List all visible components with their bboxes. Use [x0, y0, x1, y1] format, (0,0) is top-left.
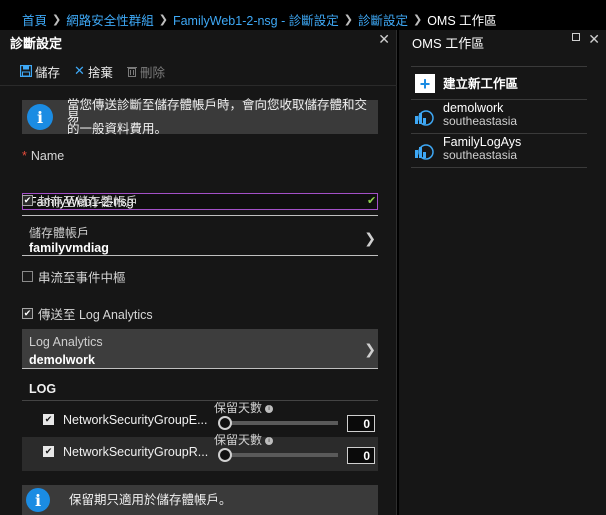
- log-category-name: NetworkSecurityGroupR...: [63, 445, 209, 459]
- toolbar-divider: [0, 85, 397, 86]
- chevron-right-icon: ❯: [364, 230, 376, 246]
- clipped-header-strip: [0, 0, 606, 6]
- stream-event-hub-checkbox[interactable]: 串流至事件中樞: [22, 267, 126, 286]
- stream-event-hub-label: 串流至事件中樞: [38, 271, 126, 285]
- workspace-list: + 建立新工作區 demolwork southeastasia FamilyL…: [411, 66, 587, 168]
- info-icon: i: [27, 104, 53, 130]
- maximize-icon[interactable]: [572, 33, 580, 41]
- retention-slider-thumb[interactable]: [218, 448, 232, 462]
- close-icon[interactable]: ✕: [588, 31, 600, 48]
- diagnostics-blade: 診斷設定 ✕ 儲存 ✕ 捨棄 刪除 i 當您傳送診斷至儲存體帳戶時，會向您收取儲…: [0, 30, 397, 515]
- chevron-right-icon: ❯: [158, 13, 168, 26]
- delete-button[interactable]: 刪除: [126, 62, 165, 81]
- retention-label: 保留天數 i: [214, 399, 274, 416]
- workspace-item[interactable]: FamilyLogAys southeastasia: [411, 134, 587, 168]
- blade-title: 診斷設定: [10, 36, 63, 51]
- info-text: 當您傳送診斷至儲存體帳戶時，會向您收取儲存體和交易 的一般資料費用。: [67, 98, 378, 136]
- save-label: 儲存: [35, 65, 61, 80]
- log-row: ✔ NetworkSecurityGroupE... 保留天數 i: [22, 401, 378, 439]
- storage-account-label: 儲存體帳戶: [29, 226, 90, 240]
- name-field-label: * Name: [22, 149, 64, 163]
- log-row: ✔ NetworkSecurityGroupR... 保留天數 i: [22, 433, 378, 471]
- breadcrumb-nsg-diagnostics[interactable]: FamilyWeb1-2-nsg - 診斷設定: [173, 10, 339, 29]
- retention-info-box: i 保留期只適用於儲存體帳戶。: [22, 485, 378, 515]
- storage-account-value: familyvmdiag: [29, 241, 109, 255]
- chevron-right-icon: ❯: [364, 341, 376, 357]
- checkmark-icon: ✔: [367, 195, 377, 207]
- workspace-region: southeastasia: [443, 148, 518, 162]
- retention-days-input[interactable]: [347, 415, 375, 432]
- retention-slider-track[interactable]: [222, 421, 338, 425]
- checkbox-unchecked-icon: [22, 271, 33, 282]
- plus-icon: +: [415, 74, 435, 93]
- retention-days-input[interactable]: [347, 447, 375, 464]
- log-category-name: NetworkSecurityGroupE...: [63, 413, 208, 427]
- field-underline: [22, 368, 378, 369]
- log-analytics-value: demolwork: [29, 353, 95, 367]
- field-underline: [22, 255, 378, 256]
- required-marker: *: [22, 149, 27, 163]
- log-category-checkbox[interactable]: ✔: [43, 414, 54, 425]
- log-section-title: LOG: [29, 382, 57, 396]
- storage-cost-info-box: i 當您傳送診斷至儲存體帳戶時，會向您收取儲存體和交易 的一般資料費用。: [22, 98, 378, 136]
- oms-workspace-blade: OMS 工作區 ✕ + 建立新工作區 demolwork southeastas…: [399, 30, 606, 515]
- info-icon: i: [26, 488, 50, 512]
- breadcrumb-current: OMS 工作區: [427, 13, 497, 28]
- discard-x-icon: ✕: [74, 63, 85, 78]
- archive-storage-checkbox[interactable]: ✔ 封存至儲存體帳戶: [22, 191, 138, 210]
- chevron-right-icon: ❯: [52, 13, 62, 26]
- trash-icon: [126, 66, 137, 77]
- retention-slider-thumb[interactable]: [218, 416, 232, 430]
- breadcrumb-nsg[interactable]: 網路安全性群組: [66, 10, 154, 29]
- save-icon: [20, 65, 32, 77]
- breadcrumb: 首頁 ❯ 網路安全性群組 ❯ FamilyWeb1-2-nsg - 診斷設定 ❯…: [0, 8, 606, 30]
- chevron-right-icon: ❯: [412, 13, 423, 26]
- archive-storage-label: 封存至儲存體帳戶: [38, 195, 139, 209]
- chevron-right-icon: ❯: [343, 13, 353, 26]
- send-log-analytics-checkbox[interactable]: ✔ 傳送至 Log Analytics: [22, 304, 153, 323]
- blade-title: OMS 工作區: [412, 36, 485, 51]
- workspace-region: southeastasia: [443, 114, 518, 128]
- info-text-line1: 當您傳送診斷至儲存體帳戶時，會向您收取儲存體和交易: [67, 98, 368, 124]
- toolbar: 儲存 ✕ 捨棄 刪除: [0, 60, 396, 82]
- send-log-analytics-label: 傳送至 Log Analytics: [38, 308, 153, 322]
- retention-slider-track[interactable]: [222, 453, 338, 457]
- name-label-text: Name: [30, 149, 65, 163]
- checkbox-checked-icon: ✔: [22, 195, 33, 206]
- log-category-checkbox[interactable]: ✔: [43, 446, 54, 457]
- log-analytics-workspace-icon: [415, 144, 434, 160]
- log-analytics-workspace-icon: [415, 110, 434, 126]
- retention-info-text: 保留期只適用於儲存體帳戶。: [69, 493, 232, 507]
- info-icon: i: [265, 436, 274, 445]
- workspace-item[interactable]: demolwork southeastasia: [411, 100, 587, 134]
- info-icon: i: [265, 404, 274, 413]
- blade-header: 診斷設定 ✕: [0, 30, 396, 52]
- close-icon[interactable]: ✕: [378, 31, 390, 48]
- discard-button[interactable]: ✕ 捨棄: [74, 62, 113, 81]
- discard-label: 捨棄: [87, 65, 113, 80]
- create-workspace-label: 建立新工作區: [443, 77, 519, 91]
- checkbox-checked-icon: ✔: [22, 308, 33, 319]
- info-text-line2: 的一般資料費用。: [67, 122, 168, 136]
- log-analytics-picker[interactable]: Log Analytics demolwork ❯: [22, 329, 378, 369]
- delete-label: 刪除: [139, 65, 165, 80]
- save-button[interactable]: 儲存: [20, 62, 60, 81]
- create-workspace-button[interactable]: + 建立新工作區: [411, 66, 587, 100]
- breadcrumb-diagnostics[interactable]: 診斷設定: [358, 10, 408, 29]
- log-analytics-label: Log Analytics: [29, 335, 103, 349]
- breadcrumb-home[interactable]: 首頁: [22, 10, 47, 29]
- storage-account-picker[interactable]: 儲存體帳戶 familyvmdiag ❯: [22, 215, 378, 256]
- section-divider: [22, 400, 378, 401]
- retention-label: 保留天數 i: [214, 431, 274, 448]
